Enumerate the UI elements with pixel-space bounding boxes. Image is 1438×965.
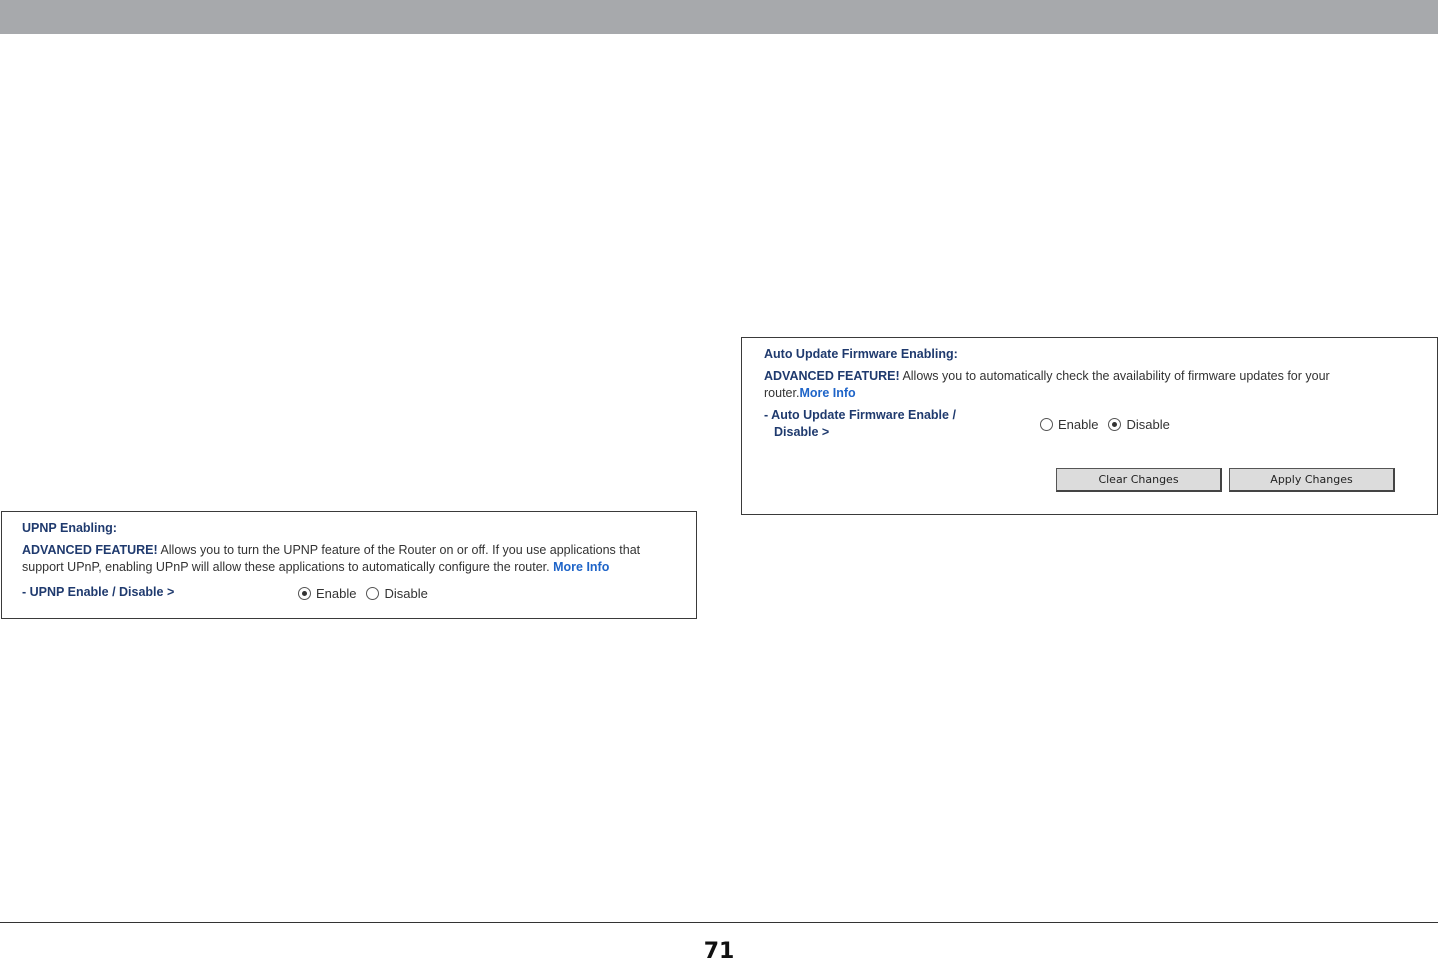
firmware-enable-label: Enable [1058,417,1099,432]
firmware-title: Auto Update Firmware Enabling: [764,347,958,361]
upnp-field-label: - UPNP Enable / Disable > [22,585,175,599]
firmware-disable-radio[interactable]: Disable [1108,417,1170,432]
footer-rule [0,922,1438,923]
firmware-disable-label: Disable [1126,417,1170,432]
upnp-enable-radio[interactable]: Enable [298,586,356,601]
upnp-title: UPNP Enabling: [22,521,117,535]
upnp-enable-label: Enable [316,586,357,601]
radio-checked-icon[interactable] [1108,418,1122,431]
firmware-advanced-feature-label: ADVANCED FEATURE! [764,369,900,383]
firmware-more-info-link[interactable]: More Info [799,386,855,400]
upnp-disable-radio[interactable]: Disable [366,586,428,601]
firmware-field-label-line1: - Auto Update Firmware Enable / [764,408,956,422]
upnp-panel: UPNP Enabling: ADVANCED FEATURE! Allows … [1,511,697,619]
firmware-panel: Auto Update Firmware Enabling: ADVANCED … [741,337,1438,515]
firmware-description-block: ADVANCED FEATURE! Allows you to automati… [764,368,1384,402]
header-band [0,0,1438,34]
firmware-enable-radio[interactable]: Enable [1040,417,1098,432]
upnp-radio-group: Enable Disable [298,586,438,601]
manual-page: UPNP Enabling: ADVANCED FEATURE! Allows … [0,0,1438,965]
upnp-advanced-feature-label: ADVANCED FEATURE! [22,543,158,557]
firmware-field-label-line2: Disable > [774,425,830,439]
apply-changes-button[interactable]: Apply Changes [1229,468,1395,492]
radio-checked-icon[interactable] [298,587,311,600]
radio-unchecked-icon[interactable] [1040,418,1053,431]
radio-unchecked-icon[interactable] [366,587,380,600]
firmware-radio-group: Enable Disable [1040,417,1180,432]
page-number: 71 [703,939,735,964]
upnp-disable-label: Disable [384,586,428,601]
clear-changes-button[interactable]: Clear Changes [1056,468,1222,492]
upnp-description-block: ADVANCED FEATURE! Allows you to turn the… [22,542,682,576]
upnp-more-info-link[interactable]: More Info [553,560,609,574]
